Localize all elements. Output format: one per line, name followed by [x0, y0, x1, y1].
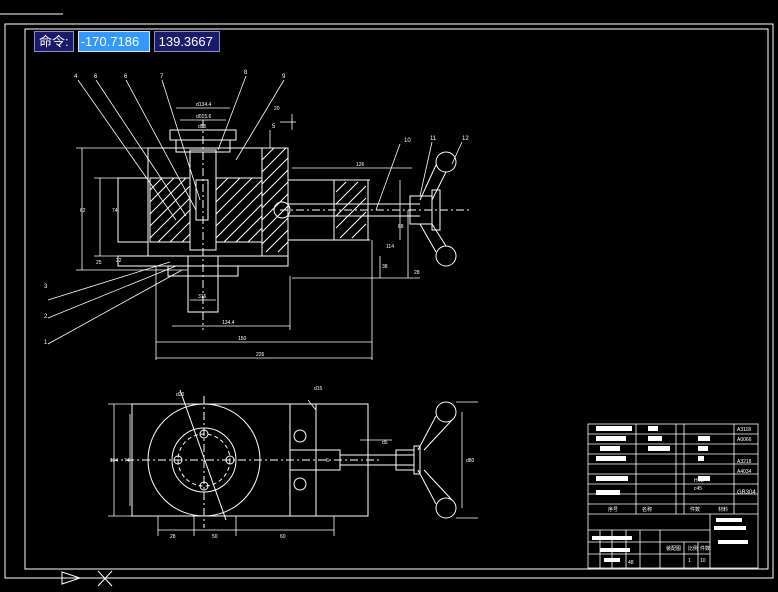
dim-22: 22 — [116, 258, 122, 264]
callout-1: 1 — [44, 340, 48, 346]
dim-28: 28 — [414, 270, 420, 276]
dim-plan-6: 6 — [326, 458, 329, 464]
dim-plan-d80: d80 — [466, 458, 475, 464]
tb-code-5: GB304 — [737, 490, 756, 496]
dim-plan-d15: d15 — [314, 386, 323, 392]
callout-5: 5 — [272, 124, 276, 130]
tb-mid-2: c45 — [694, 486, 702, 492]
dim-20: 20 — [274, 106, 280, 112]
dim-plan-d5: d5 — [382, 440, 388, 446]
tb-code-4: A4034 — [737, 469, 752, 475]
dim-d55: d55 — [198, 124, 207, 130]
dim-plan-74: 74 — [124, 458, 130, 464]
dim-126: 126 — [356, 162, 365, 168]
callout-10: 10 — [404, 138, 411, 144]
dim-d134: d134.4 — [196, 102, 212, 108]
tb-num-3: 48 — [628, 560, 634, 566]
callout-9: 9 — [282, 74, 286, 80]
coordinate-x-input[interactable] — [77, 31, 150, 52]
tb-bottom-3: 件数 — [700, 545, 710, 552]
dim-74: 74 — [112, 208, 118, 214]
drawing-canvas[interactable]: d134.4 d015.6 d55 20 126 316 134.4 150 2… — [0, 0, 778, 592]
dim-134-4: 134.4 — [222, 320, 235, 326]
outer-frame — [4, 23, 774, 579]
dim-88: 88 — [398, 224, 404, 230]
dim-plan-28: 28 — [170, 534, 176, 540]
callout-12: 12 — [462, 136, 469, 142]
dim-25: 25 — [96, 260, 102, 266]
dim-plan-60: 60 — [280, 534, 286, 540]
dim-226: 226 — [256, 352, 265, 358]
tb-code-3: A3218 — [737, 459, 752, 465]
dim-150: 150 — [238, 336, 247, 342]
coordinate-y-input[interactable] — [153, 31, 220, 52]
tb-footer-4: 材料 — [718, 506, 728, 513]
dim-114: 114 — [386, 244, 394, 250]
tb-footer-3: 件数 — [690, 506, 700, 513]
callout-6b: 6 — [124, 74, 128, 80]
tb-mid-1: HT2 — [694, 478, 704, 484]
callout-11: 11 — [430, 136, 437, 142]
callout-3: 3 — [44, 284, 48, 290]
ucs-icon — [61, 570, 113, 587]
plan-view — [110, 389, 457, 528]
tb-num-1: 1 — [688, 558, 691, 564]
inner-frame — [24, 28, 769, 570]
dim-plan-d20: d20 — [176, 392, 185, 398]
callout-6a: 6 — [94, 74, 98, 80]
dim-d015: d015.6 — [196, 114, 212, 120]
dim-plan-114: 114 — [110, 458, 118, 464]
hatch-block-right — [215, 177, 263, 243]
tb-bottom-2: 比例 — [688, 545, 698, 552]
dim-316: 316 — [198, 294, 207, 300]
dim-62: 62 — [80, 208, 86, 214]
callout-8: 8 — [244, 70, 248, 76]
dim-plan-50: 50 — [212, 534, 218, 540]
tb-bottom-1: 装配图 — [666, 545, 681, 552]
command-bar: 命令: — [34, 31, 220, 52]
part-callouts: 4 6 6 7 8 9 10 11 12 3 2 1 5 — [44, 70, 469, 346]
command-label: 命令: — [34, 31, 74, 52]
tb-code-2: A0066 — [737, 437, 752, 443]
callout-2: 2 — [44, 314, 48, 320]
tb-code-1: A3118 — [737, 427, 751, 433]
callout-7: 7 — [160, 74, 164, 80]
tb-num-2: 10 — [700, 558, 706, 564]
tb-footer-2: 名称 — [642, 506, 652, 513]
callout-4: 4 — [74, 74, 78, 80]
front-section-view — [117, 120, 470, 330]
tb-footer-1: 序号 — [608, 506, 618, 513]
dim-38: 38 — [382, 264, 388, 270]
